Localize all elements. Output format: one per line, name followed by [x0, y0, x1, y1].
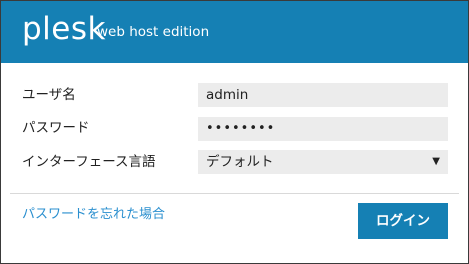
plesk-logo: plesk: [22, 11, 106, 47]
password-field[interactable]: ••••••••: [198, 117, 448, 141]
header-bar: plesk web host edition: [1, 1, 468, 63]
caret-down-icon: ▼: [432, 156, 440, 167]
username-label: ユーザ名: [22, 87, 76, 103]
language-select[interactable]: デフォルト ▼: [198, 150, 448, 174]
login-button[interactable]: ログイン: [358, 203, 448, 239]
divider: [10, 193, 459, 194]
password-label: パスワード: [22, 120, 90, 136]
forgot-password-link[interactable]: パスワードを忘れた場合: [22, 206, 165, 224]
language-select-value: デフォルト: [206, 154, 274, 170]
login-window: plesk web host edition ユーザ名 admin パスワード …: [0, 0, 469, 264]
language-label: インターフェース言語: [22, 154, 156, 170]
edition-label: web host edition: [97, 24, 210, 40]
username-field[interactable]: admin: [198, 83, 448, 107]
